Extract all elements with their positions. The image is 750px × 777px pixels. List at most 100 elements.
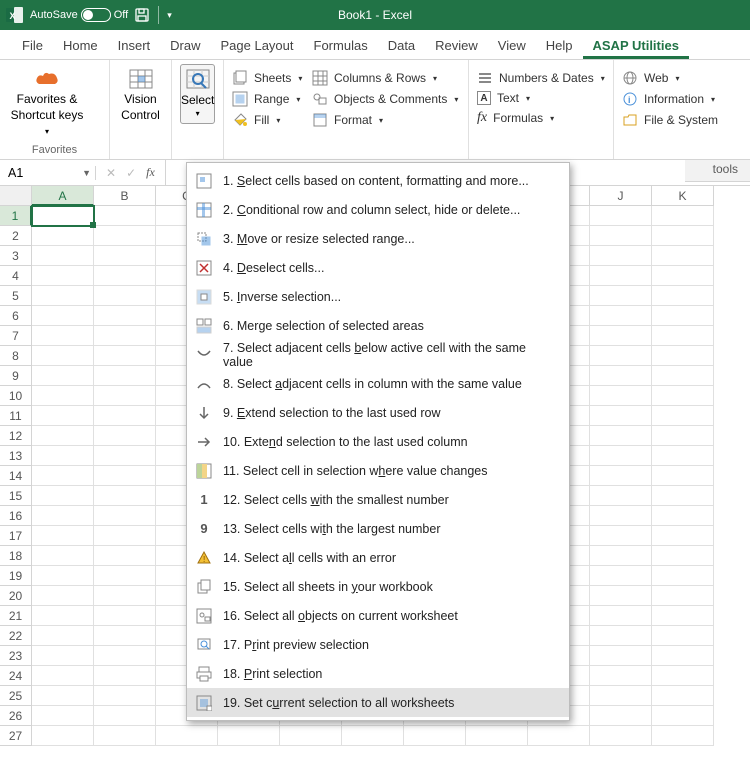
cell[interactable]	[652, 346, 714, 366]
cell[interactable]	[652, 546, 714, 566]
row-header[interactable]: 22	[0, 626, 32, 646]
cell[interactable]	[94, 486, 156, 506]
cell[interactable]	[590, 486, 652, 506]
menu-item-14[interactable]: !14. Select all cells with an error	[187, 543, 569, 572]
menu-item-12[interactable]: 112. Select cells with the smallest numb…	[187, 485, 569, 514]
context-tools-tab[interactable]: tools	[685, 160, 750, 182]
cell[interactable]	[94, 226, 156, 246]
menu-item-8[interactable]: 8. Select adjacent cells in column with …	[187, 369, 569, 398]
cell[interactable]	[94, 346, 156, 366]
cell[interactable]	[590, 266, 652, 286]
row-header[interactable]: 1	[0, 206, 32, 226]
row-header[interactable]: 6	[0, 306, 32, 326]
row-header[interactable]: 21	[0, 606, 32, 626]
column-header[interactable]: A	[32, 186, 94, 206]
cell[interactable]	[32, 226, 94, 246]
select-all-corner[interactable]	[0, 186, 32, 206]
cell[interactable]	[32, 666, 94, 686]
cell[interactable]	[590, 226, 652, 246]
file-system-menu[interactable]: File & System	[622, 112, 718, 128]
cell[interactable]	[94, 726, 156, 746]
cell[interactable]	[652, 586, 714, 606]
save-button[interactable]	[134, 7, 150, 23]
column-header[interactable]: J	[590, 186, 652, 206]
cell[interactable]	[590, 346, 652, 366]
tab-asap-utilities[interactable]: ASAP Utilities	[583, 32, 689, 59]
menu-item-13[interactable]: 913. Select cells with the largest numbe…	[187, 514, 569, 543]
row-header[interactable]: 17	[0, 526, 32, 546]
cell[interactable]	[94, 206, 156, 226]
cell[interactable]	[652, 566, 714, 586]
cell[interactable]	[652, 426, 714, 446]
tab-help[interactable]: Help	[536, 32, 583, 59]
cell[interactable]	[652, 306, 714, 326]
cell[interactable]	[590, 546, 652, 566]
row-header[interactable]: 24	[0, 666, 32, 686]
menu-item-4[interactable]: 4. Deselect cells...	[187, 253, 569, 282]
cell[interactable]	[32, 546, 94, 566]
cell[interactable]	[590, 426, 652, 446]
row-header[interactable]: 9	[0, 366, 32, 386]
menu-item-16[interactable]: 16. Select all objects on current worksh…	[187, 601, 569, 630]
cell[interactable]	[32, 266, 94, 286]
menu-item-6[interactable]: 6. Merge selection of selected areas	[187, 311, 569, 340]
cell[interactable]	[652, 606, 714, 626]
menu-item-17[interactable]: 17. Print preview selection	[187, 630, 569, 659]
web-menu[interactable]: Web▾	[622, 70, 718, 86]
menu-item-9[interactable]: 9. Extend selection to the last used row	[187, 398, 569, 427]
fx-button[interactable]: fx	[146, 165, 155, 180]
select-button[interactable]: Select ▾	[180, 64, 215, 124]
cell[interactable]	[94, 466, 156, 486]
cell[interactable]	[94, 246, 156, 266]
row-header[interactable]: 23	[0, 646, 32, 666]
row-header[interactable]: 7	[0, 326, 32, 346]
cell[interactable]	[652, 446, 714, 466]
cell[interactable]	[32, 626, 94, 646]
menu-item-15[interactable]: 15. Select all sheets in your workbook	[187, 572, 569, 601]
formulas-menu[interactable]: fxFormulas▾	[477, 110, 605, 126]
menu-item-3[interactable]: 3. Move or resize selected range...	[187, 224, 569, 253]
row-header[interactable]: 4	[0, 266, 32, 286]
cell[interactable]	[94, 646, 156, 666]
cell[interactable]	[94, 266, 156, 286]
cell[interactable]	[652, 326, 714, 346]
cell[interactable]	[94, 326, 156, 346]
row-header[interactable]: 10	[0, 386, 32, 406]
row-header[interactable]: 18	[0, 546, 32, 566]
cell[interactable]	[32, 306, 94, 326]
cell[interactable]	[32, 566, 94, 586]
cell[interactable]	[652, 626, 714, 646]
range-menu[interactable]: Range▾	[232, 91, 302, 107]
cell[interactable]	[652, 706, 714, 726]
menu-item-18[interactable]: 18. Print selection	[187, 659, 569, 688]
cell[interactable]	[94, 406, 156, 426]
row-header[interactable]: 12	[0, 426, 32, 446]
cell[interactable]	[590, 406, 652, 426]
cell[interactable]	[94, 666, 156, 686]
cell[interactable]	[590, 706, 652, 726]
cell[interactable]	[94, 446, 156, 466]
cell[interactable]	[94, 526, 156, 546]
cell[interactable]	[652, 726, 714, 746]
cell[interactable]	[590, 566, 652, 586]
sheets-menu[interactable]: Sheets▾	[232, 70, 302, 86]
cell[interactable]	[32, 326, 94, 346]
objects-menu[interactable]: Objects & Comments▾	[312, 91, 458, 107]
cell[interactable]	[32, 386, 94, 406]
row-header[interactable]: 19	[0, 566, 32, 586]
row-header[interactable]: 25	[0, 686, 32, 706]
row-header[interactable]: 20	[0, 586, 32, 606]
cell[interactable]	[590, 606, 652, 626]
menu-item-1[interactable]: 1. Select cells based on content, format…	[187, 166, 569, 195]
cell[interactable]	[652, 646, 714, 666]
cell[interactable]	[590, 466, 652, 486]
cell[interactable]	[32, 726, 94, 746]
cell[interactable]	[94, 546, 156, 566]
cell[interactable]	[590, 666, 652, 686]
name-box[interactable]: A1 ▼	[0, 166, 96, 180]
cell[interactable]	[590, 206, 652, 226]
cell[interactable]	[652, 386, 714, 406]
cell[interactable]	[590, 626, 652, 646]
columns-rows-menu[interactable]: Columns & Rows▾	[312, 70, 458, 86]
cell[interactable]	[94, 366, 156, 386]
